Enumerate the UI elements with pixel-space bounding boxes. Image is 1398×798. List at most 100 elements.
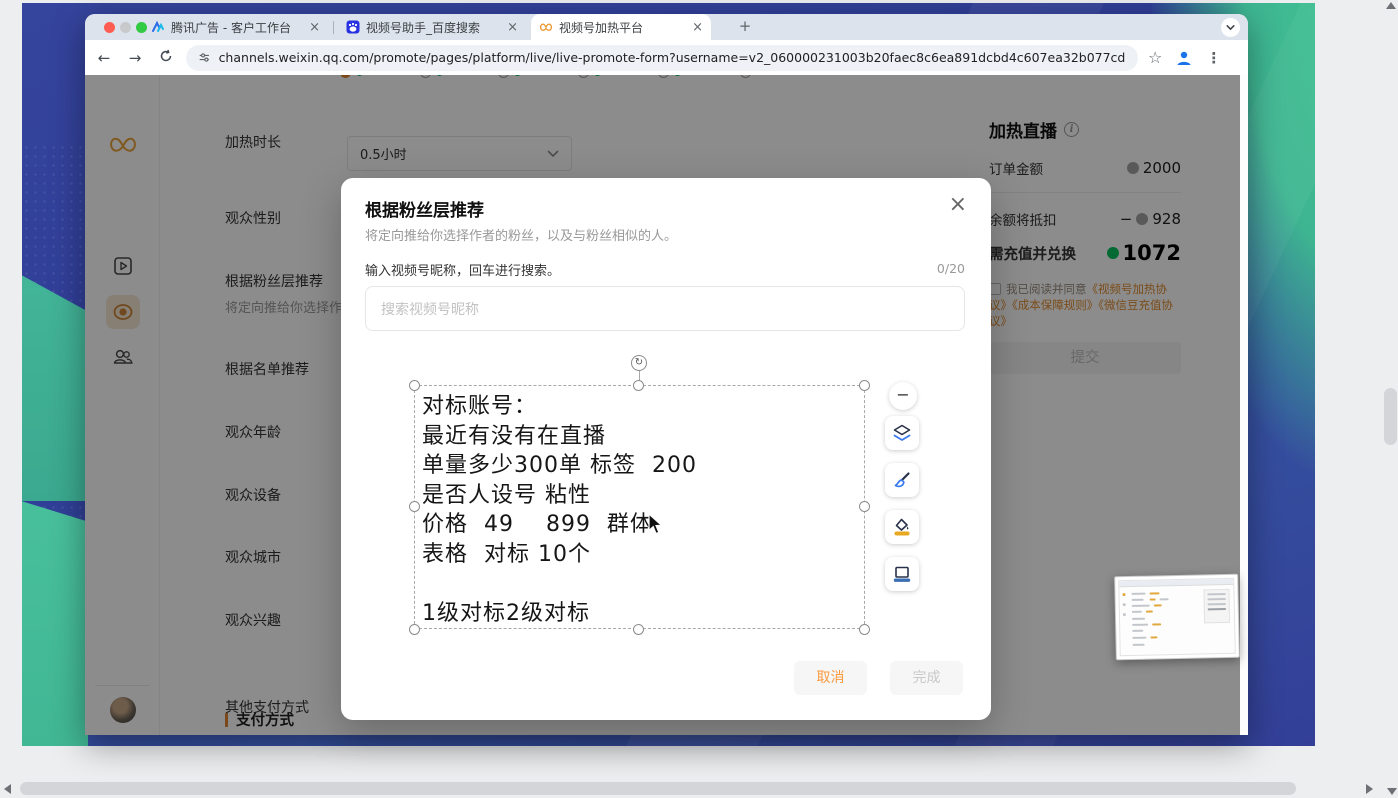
annotation-line: 1级对标2级对标: [422, 599, 862, 629]
cancel-button[interactable]: 取消: [794, 661, 867, 695]
screen: 腾讯广告 - 客户工作台 × 视频号助手_百度搜索 × 视频号加热平台 ×: [0, 0, 1398, 798]
forward-button[interactable]: →: [123, 49, 147, 67]
resize-handle-ne[interactable]: [859, 380, 870, 391]
thumb-row: [1160, 598, 1169, 600]
scroll-left-arrow[interactable]: [4, 784, 11, 794]
fans-recommend-modal: 根据粉丝层推荐 × 将定向推给你选择作者的粉丝，以及与粉丝相似的人。 输入视频号…: [341, 178, 991, 720]
site-settings-icon: [198, 50, 211, 65]
browser-toolbar: ← → channels.weixin.qq.com/promote/pages…: [85, 40, 1248, 75]
laptop-icon: [892, 564, 912, 584]
tab-close-icon[interactable]: ×: [309, 21, 320, 34]
thumb-row: [1132, 605, 1150, 607]
annotation-toolbar: −: [885, 382, 921, 591]
device-tool-button[interactable]: [885, 557, 919, 591]
scroll-down-arrow[interactable]: [1387, 788, 1397, 795]
horizontal-scrollbar-thumb[interactable]: [20, 782, 1296, 795]
annotation-line: 最近有没有在直播: [422, 422, 862, 452]
brush-tool-button[interactable]: [885, 463, 919, 497]
annotation-line: [422, 569, 862, 599]
thumb-row: [1133, 644, 1145, 646]
channels-favicon: [539, 20, 553, 34]
thumb-row: [1152, 623, 1161, 625]
modal-close-icon[interactable]: ×: [949, 194, 967, 216]
back-button[interactable]: ←: [92, 49, 116, 67]
scroll-up-arrow[interactable]: [1386, 2, 1396, 9]
thumb-row: [1149, 592, 1159, 594]
thumb-dot: [1123, 613, 1126, 616]
thumbnail-browser-bar: [1119, 579, 1233, 587]
bookmark-star-icon[interactable]: ☆: [1148, 48, 1162, 67]
reload-button[interactable]: [154, 49, 178, 67]
resize-handle-sw[interactable]: [409, 624, 420, 635]
close-window-button[interactable]: [104, 22, 115, 33]
modal-subtitle: 将定向推给你选择作者的粉丝，以及与粉丝相似的人。: [365, 225, 677, 244]
annotation-line: 单量多少300单 标签 200: [422, 451, 862, 481]
thumb-row: [1150, 636, 1157, 638]
toolbar-right-icons: ☆ ⋮: [1148, 48, 1221, 68]
thumb-row: [1132, 637, 1146, 639]
minimize-window-button[interactable]: [120, 22, 131, 33]
layers-icon: [892, 423, 912, 443]
tab-search-button[interactable]: [1221, 18, 1240, 37]
thumb-row: [1150, 598, 1156, 600]
tab-close-icon[interactable]: ×: [507, 21, 518, 34]
annotation-line: 对标账号：: [422, 392, 862, 422]
modal-footer: 取消 完成: [794, 661, 963, 695]
annotation-line: 是否人设号 粘性: [422, 481, 862, 511]
thumb-row: [1132, 624, 1148, 626]
thumbnail-summary-panel: [1203, 589, 1230, 624]
scroll-right-arrow[interactable]: [1366, 784, 1373, 794]
baidu-favicon: [346, 20, 360, 34]
profile-icon[interactable]: [1174, 48, 1194, 68]
search-instruction: 输入视频号昵称，回车进行搜索。: [365, 260, 560, 279]
mouse-cursor: [648, 513, 668, 535]
thumb-row: [1154, 604, 1162, 606]
resize-handle-se[interactable]: [859, 624, 870, 635]
tab-tencent-ads[interactable]: 腾讯广告 - 客户工作台 ×: [143, 14, 328, 40]
resize-handle-n[interactable]: [633, 380, 644, 391]
annotation-line: 价格 49 899 群体: [422, 510, 862, 540]
resize-handle-nw[interactable]: [409, 380, 420, 391]
page-scrollbar-gutter[interactable]: [1240, 75, 1248, 735]
nickname-search-input[interactable]: [365, 286, 965, 331]
fill-tool-button[interactable]: [885, 510, 919, 544]
done-button[interactable]: 完成: [890, 661, 963, 695]
thumbnail-page: [1118, 578, 1236, 656]
thumb-row: [1132, 599, 1144, 601]
capture-preview-thumbnail[interactable]: [1114, 574, 1240, 661]
chevron-down-icon: [1225, 22, 1236, 33]
resize-handle-e[interactable]: [859, 501, 870, 512]
thumb-row: [1132, 611, 1142, 613]
new-tab-button[interactable]: +: [735, 17, 755, 37]
menu-kebab-icon[interactable]: ⋮: [1206, 49, 1221, 67]
layers-tool-button[interactable]: [885, 416, 919, 450]
thumb-dot: [1123, 603, 1126, 606]
tab-title: 视频号助手_百度搜索: [366, 19, 501, 36]
thumb-row: [1146, 611, 1153, 613]
tab-baidu-search[interactable]: 视频号助手_百度搜索 ×: [338, 14, 526, 40]
tab-close-icon[interactable]: ×: [692, 21, 703, 34]
thumb-row: [1132, 618, 1145, 620]
modal-title: 根据粉丝层推荐: [365, 196, 484, 221]
annotation-text[interactable]: 对标账号：最近有没有在直播单量多少300单 标签 200是否人设号 粘性价格 4…: [422, 392, 862, 628]
url-text: channels.weixin.qq.com/promote/pages/pla…: [219, 50, 1126, 65]
resize-handle-s[interactable]: [633, 624, 644, 635]
selection-counter: 0/20: [937, 261, 965, 276]
annotation-line: 表格 对标 10个: [422, 540, 862, 570]
brush-icon: [892, 470, 912, 490]
thumb-dot: [1122, 593, 1125, 596]
address-bar[interactable]: channels.weixin.qq.com/promote/pages/pla…: [186, 45, 1138, 71]
tab-divider: [333, 21, 334, 34]
resize-handle-w[interactable]: [409, 501, 420, 512]
thumb-row: [1131, 593, 1145, 595]
collapse-toolbar-button[interactable]: −: [889, 382, 917, 410]
rotate-handle[interactable]: ↻: [631, 355, 647, 371]
tab-strip: 腾讯广告 - 客户工作台 × 视频号助手_百度搜索 × 视频号加热平台 ×: [85, 14, 1248, 40]
tab-title: 视频号加热平台: [559, 19, 686, 36]
vertical-scrollbar-thumb[interactable]: [1384, 388, 1397, 445]
tab-channels-platform[interactable]: 视频号加热平台 ×: [531, 14, 711, 40]
paint-bucket-icon: [892, 517, 912, 537]
tab-title: 腾讯广告 - 客户工作台: [171, 19, 303, 36]
reload-icon: [159, 49, 173, 63]
thumb-row: [1132, 630, 1143, 632]
